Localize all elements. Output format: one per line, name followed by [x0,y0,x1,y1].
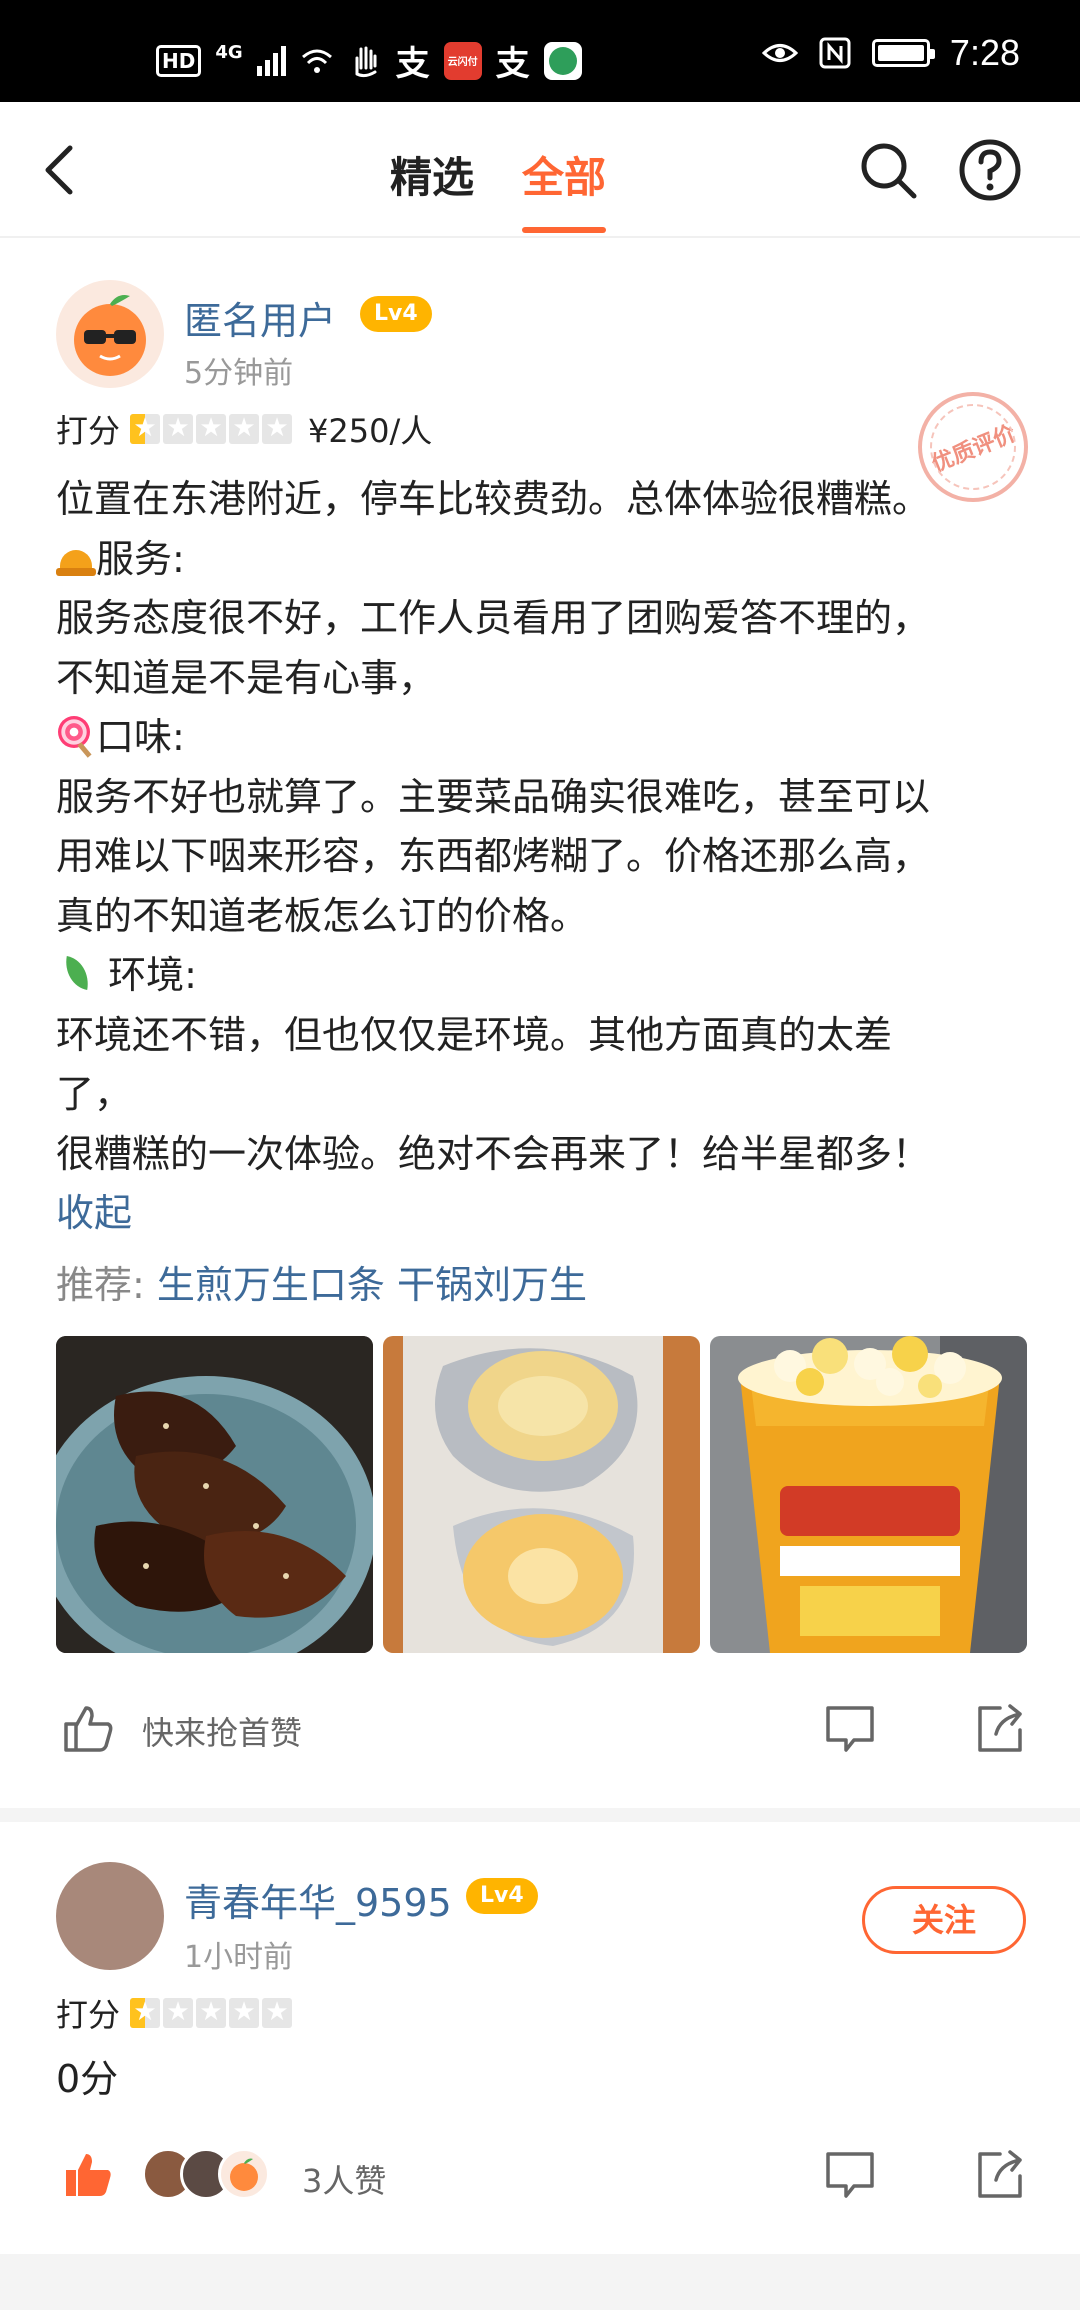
review-line: 真的不知道老板怎么订的价格。 [56,893,589,938]
star-icon [163,1998,194,2028]
username[interactable]: 匿名用户 [184,290,336,345]
review-text: 0分 [56,2057,119,2101]
review-line: 服务态度很不好，工作人员看用了团购爱答不理的， [56,596,931,640]
lollipop-icon [56,716,96,756]
card-divider [0,2254,1080,2310]
green-app-icon [543,41,582,80]
hand-icon [355,46,377,77]
hd-indicator: HD [156,44,202,77]
signal-icon [256,45,286,76]
top-nav-bar: 精选 全部 [0,102,1080,238]
star-icon [196,414,227,444]
like-count: 3人赞 [302,2162,387,2200]
share-icon[interactable] [972,1700,1028,1756]
review-line: 用难以下咽来形容，东西都烤糊了。价格还那么高， [56,834,931,878]
orange-mascot-icon [230,2158,258,2191]
dish-links[interactable]: 生煎万生口条 干锅刘万生 [157,1263,587,1307]
scallop-photo[interactable] [383,1336,700,1653]
follow-button[interactable]: 关注 [862,1886,1026,1954]
section-title: 环境: [108,953,197,997]
review-line: 环境: [56,946,1016,1006]
review-line: 口味: [56,708,1016,768]
recommended-dishes: 推荐: 生煎万生口条 干锅刘万生 [56,1254,587,1309]
review-line: 环境还不错，但也仅仅是环境。其他方面真的太差 [56,1012,893,1057]
first-like-prompt[interactable]: 快来抢首赞 [142,1708,302,1754]
grilled-shrimp-photo[interactable] [56,1336,373,1653]
star-icon [229,1998,260,2028]
tab-featured[interactable]: 精选 [390,144,474,205]
price-per-person: ¥250/人 [308,412,433,450]
comment-icon[interactable] [822,1700,878,1756]
thumbs-up-filled-icon[interactable] [60,2146,116,2202]
review-line: 了， [56,1072,133,1116]
score-row: 打分 ¥250/人 [56,406,432,452]
review-line: 很糟糕的一次体验。绝对不会再来了！给半星都多！ [56,1131,931,1176]
liker-avatars[interactable] [142,2148,270,2200]
score-row: 打分 [56,1990,293,2036]
level-badge: Lv4 [466,1878,538,1914]
unionpay-app-icon: 云闪付 [443,41,482,80]
review-line: 服务不好也就算了。主要菜品确实很难吃，甚至可以 [56,774,931,819]
review-text: 位置在东港附近，停车比较费劲。总体体验很糟糕。 服务: 服务态度很不好，工作人员… [56,470,1016,1244]
review-line: 位置在东港附近，停车比较费劲。总体体验很糟糕。 [56,477,931,521]
review-line: 不知道是不是有心事， [56,655,437,700]
username[interactable]: 青春年华_9595 [184,1872,452,1927]
avatar[interactable] [56,1862,164,1970]
clock: 7:28 [949,32,1020,73]
help-icon[interactable] [958,138,1022,202]
star-icon [229,414,260,444]
alipay-icon-2: 支 [495,44,530,84]
score-label: 打分 [56,1996,121,2034]
popcorn-photo[interactable] [710,1336,1027,1653]
back-arrow-icon[interactable] [30,138,90,202]
star-icon [196,1998,227,2028]
star-icon [130,414,161,444]
service-bell-icon [56,542,96,576]
avatar[interactable] [56,280,164,388]
star-rating [130,414,293,444]
battery-icon [871,39,935,67]
avatar [218,2148,270,2200]
tab-all[interactable]: 全部 [522,144,607,233]
search-icon[interactable] [856,138,920,202]
thumbs-up-icon[interactable] [60,1700,116,1756]
score-label: 打分 [56,412,121,450]
star-icon [262,414,293,444]
collapse-link[interactable]: 收起 [56,1184,1016,1244]
network-type: 4G [215,42,243,63]
star-rating [130,1998,293,2028]
post-time: 5分钟前 [184,356,294,391]
status-bar: HD 4G 支 云闪付 支 7:28 [0,0,1080,102]
wifi-icon [301,49,332,73]
star-icon [163,414,194,444]
leaf-icon [56,954,96,994]
review-actions: 快来抢首赞 [0,1690,1080,1770]
star-icon [130,1998,161,2028]
alipay-icon: 支 [395,44,430,84]
star-icon [262,1998,293,2028]
section-title: 服务: [96,536,185,581]
recommend-label: 推荐: [56,1263,145,1307]
nfc-icon [819,37,851,69]
section-title: 口味: [96,715,185,759]
card-divider [0,1808,1080,1822]
eye-icon [761,44,798,62]
stamp-text: 优质评价 [928,421,1020,478]
review-tabs: 精选 全部 [390,144,607,233]
level-badge: Lv4 [360,296,432,332]
post-time: 1小时前 [184,1940,294,1975]
review-line: 服务: [56,530,1016,590]
photo-grid [56,1336,1027,1653]
orange-mascot-icon [74,295,146,376]
